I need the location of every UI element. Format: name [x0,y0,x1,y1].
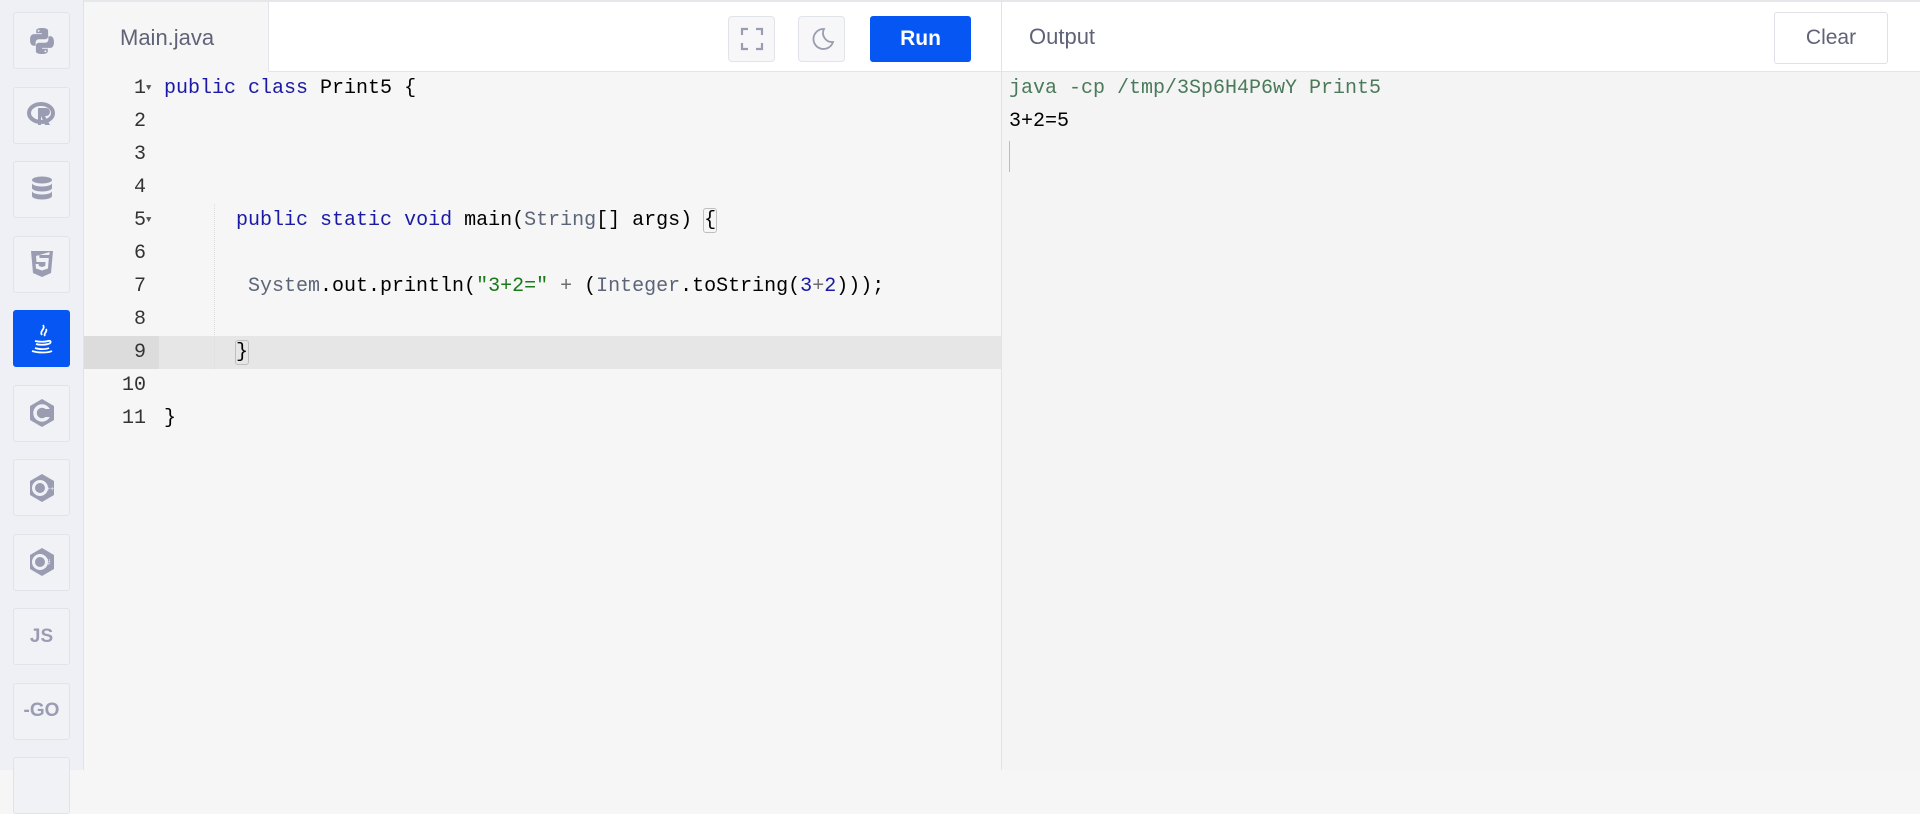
output-command: java -cp /tmp/3Sp6H4P6wY Print5 [1009,77,1382,100]
code-token: public [164,77,237,100]
sidebar-item-java[interactable] [13,310,70,367]
line-number: 10 [121,374,146,397]
database-icon [26,174,58,206]
code-line[interactable]: 11} [84,402,1001,435]
code-token: } [164,407,177,430]
code-editor[interactable]: 1 ▼ public class Print5 {2 3 4 5 ▼ public stat… [84,72,1001,770]
line-number: 8 [133,308,146,331]
code-text: public class Print5 { [164,72,416,105]
code-token: static [320,209,393,232]
clear-button[interactable]: Clear [1774,12,1888,64]
code-token: ))); [836,275,885,298]
code-text: System.out.println("3+2=" + (Integer.toS… [164,270,884,303]
code-token: .out.println( [320,275,477,298]
code-token: "3+2=" [476,275,549,298]
code-text: } [164,336,250,369]
code-line[interactable]: 7 System.out.println("3+2=" + (Integer.t… [84,270,1001,303]
tab-main-java[interactable]: Main.java [84,2,269,74]
java-icon [26,323,58,355]
svg-text:#: # [46,558,51,567]
code-token: public [236,209,309,232]
line-number: 6 [133,242,146,265]
tab-label: Main.java [120,25,215,50]
code-token: { [703,208,718,233]
code-token: [] args) [596,209,705,232]
code-line[interactable]: 8 [84,303,1001,336]
dark-mode-button[interactable] [798,16,845,62]
output-title: Output [1029,24,1096,49]
code-token: + [560,275,573,298]
code-token: 3 [800,275,813,298]
sidebar-item-js[interactable]: JS [13,608,70,665]
moon-icon [812,28,834,50]
sidebar-item-python[interactable] [13,12,70,69]
code-line[interactable]: 1 ▼ public class Print5 { [84,72,1001,105]
code-line[interactable]: 3 [84,138,1001,171]
run-button[interactable]: Run [870,16,971,62]
svg-text:++: ++ [46,486,54,493]
html5-icon [26,248,58,280]
r-icon [26,99,58,131]
sidebar-item-cpp[interactable]: ++ [13,459,70,516]
language-sidebar: ++ # JS -GO [0,0,84,814]
output-header: Output Clear [1002,0,1920,72]
code-token: System [248,275,321,298]
code-text: } [164,402,176,435]
code-token: main( [452,209,525,232]
code-token: class [248,77,309,100]
line-number: 2 [133,110,146,133]
fold-toggle-icon[interactable]: ▼ [146,72,151,105]
code-token: void [404,209,453,232]
code-line[interactable]: 6 [84,237,1001,270]
c-icon [26,397,58,429]
csharp-icon: # [26,546,58,578]
code-line[interactable]: 5 ▼ public static void main(String[] args… [84,204,1001,237]
line-number: 11 [121,407,146,430]
sidebar-item-html[interactable] [13,235,70,293]
python-icon [26,25,58,57]
code-token: + [812,275,825,298]
go-icon: -GO [23,700,60,721]
code-token: .toString( [680,275,801,298]
line-number: 4 [133,176,146,199]
fullscreen-icon [740,27,763,51]
code-token: } [235,340,250,365]
fullscreen-button[interactable] [728,16,775,62]
line-number: 3 [133,143,146,166]
sidebar-item-c[interactable] [13,384,70,442]
cpp-icon: ++ [26,472,58,504]
code-line[interactable]: 9 } [84,336,1001,369]
js-icon: JS [29,625,54,647]
code-token: Integer [596,275,681,298]
code-line[interactable]: 2 [84,105,1001,138]
line-number: 7 [133,275,146,298]
code-line[interactable]: 4 [84,171,1001,204]
sidebar-item-csharp[interactable]: # [13,533,70,591]
indent-guide [214,204,215,369]
code-token: Print5 { [308,77,417,100]
output-line: 3+2=5 [1009,110,1070,133]
sidebar-item-r[interactable] [13,86,70,144]
sidebar-item-sql[interactable] [13,161,70,218]
code-token: ( [572,275,597,298]
code-token: 2 [824,275,837,298]
fold-toggle-icon[interactable]: ▼ [146,204,151,237]
output-console[interactable]: java -cp /tmp/3Sp6H4P6wY Print5 3+2=5 [1002,72,1920,770]
sidebar-item-more[interactable] [13,757,70,814]
code-line[interactable]: 10 [84,369,1001,402]
line-number: 9 [84,336,159,369]
sidebar-item-go[interactable]: -GO [13,682,70,740]
code-token: String [524,209,597,232]
editor-header: Main.java Run [84,0,1002,74]
code-text: public static void main(String[] args) { [164,204,718,237]
output-cursor [1009,141,1010,172]
